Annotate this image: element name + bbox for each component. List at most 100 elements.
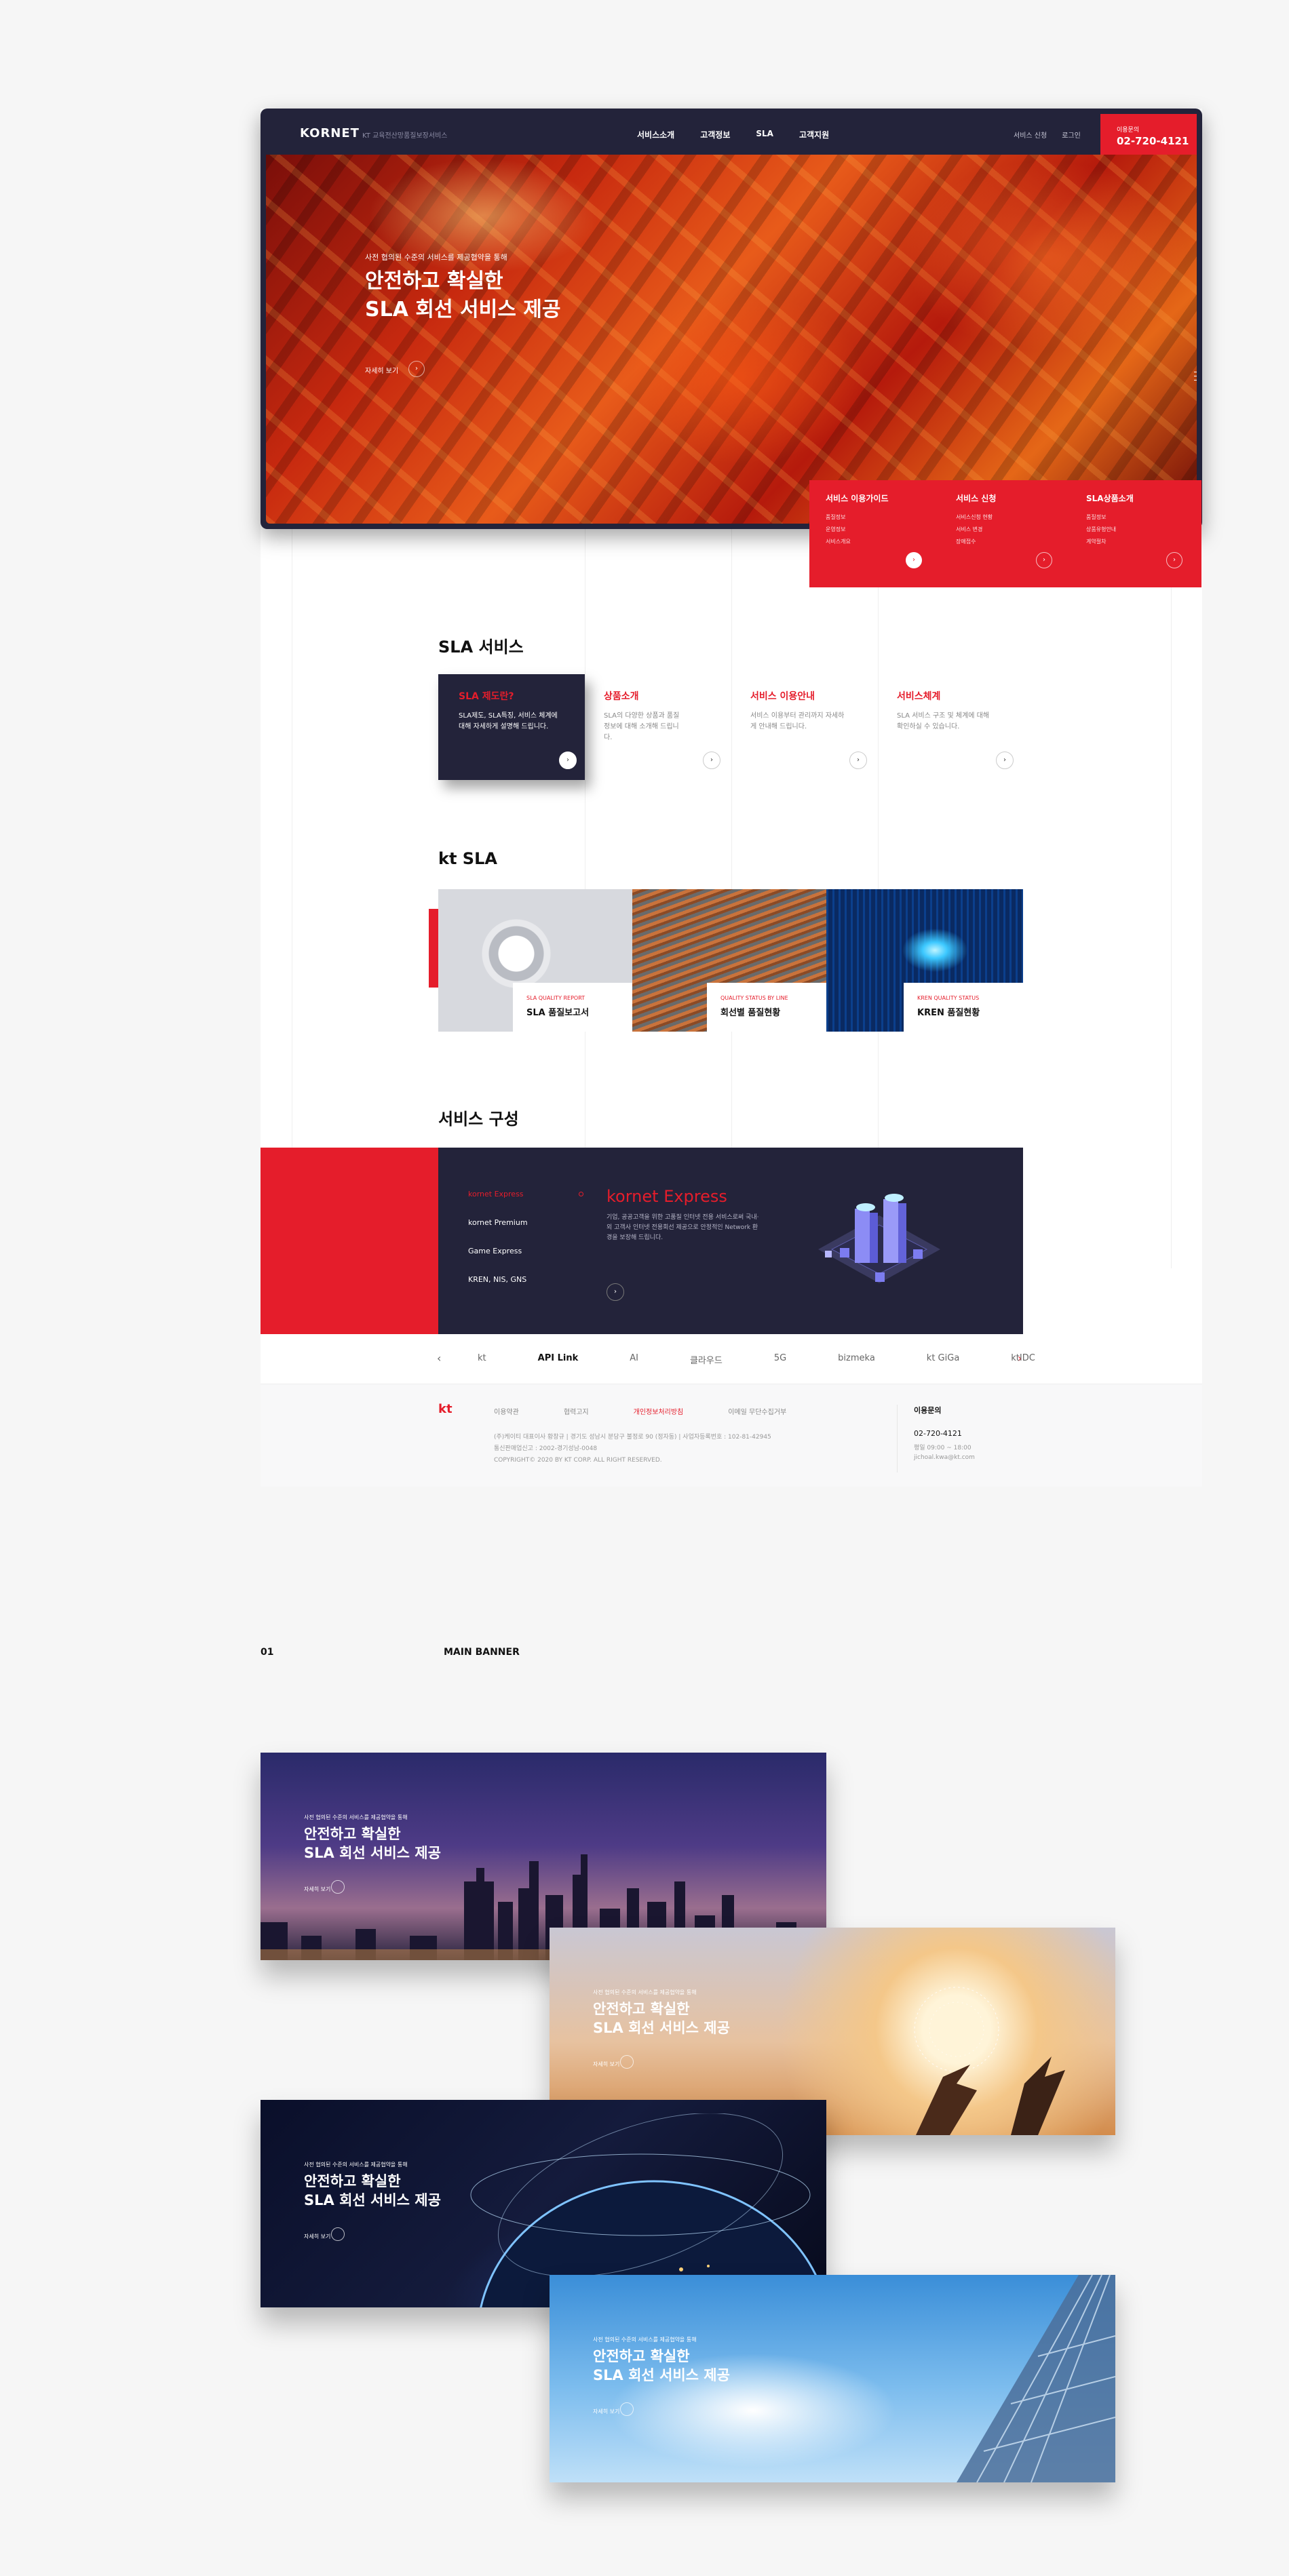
family-link[interactable]: kt bbox=[478, 1353, 486, 1366]
card-desc: SLA 서비스 구조 및 체계에 대해 확인하실 수 있습니다. bbox=[897, 712, 990, 730]
arrow-right-icon[interactable]: › bbox=[906, 552, 922, 568]
arrow-right-icon[interactable] bbox=[620, 2055, 634, 2069]
arrow-right-icon[interactable]: › bbox=[607, 1283, 624, 1301]
arrow-right-icon[interactable]: › bbox=[703, 752, 720, 769]
contact-box[interactable]: 이용문의 02-720-4121 bbox=[1100, 114, 1197, 155]
service-title: kornet Express bbox=[607, 1187, 727, 1206]
arrow-right-icon[interactable]: › bbox=[408, 361, 425, 377]
banner-more[interactable]: 자세히 보기 bbox=[304, 2233, 330, 2240]
sla-card-intro[interactable]: SLA 제도란? SLA제도, SLA특징, 서비스 체계에 대해 자세하게 설… bbox=[438, 674, 585, 780]
quick-item[interactable]: 서비스신청 현황 bbox=[956, 513, 1078, 521]
arrow-right-icon[interactable] bbox=[331, 2227, 345, 2241]
sla-card-guide[interactable]: 서비스 이용안내 서비스 이용부터 관리까지 자세하게 안내해 드립니다. › bbox=[750, 674, 897, 780]
tile-tag: QUALITY STATUS BY LINE bbox=[720, 995, 788, 1001]
contact-phone: 02-720-4121 bbox=[914, 1429, 962, 1438]
hands-sphere-image bbox=[914, 1987, 1065, 2135]
tile-kren-quality[interactable]: KREN QUALITY STATUS KREN 품질현황 bbox=[826, 889, 1023, 1032]
chevron-left-icon[interactable]: ‹ bbox=[437, 1352, 441, 1365]
service-tab-express[interactable]: kornet Express bbox=[468, 1190, 583, 1198]
tile-line-quality[interactable]: QUALITY STATUS BY LINE 회선별 품질현황 bbox=[632, 889, 826, 1032]
service-desc: 기업, 공공고객을 위한 고품질 인터넷 전용 서비스로써 국내·외 고객사 인… bbox=[607, 1214, 759, 1241]
footer-contact: 이용문의 02-720-4121 평일 09:00 ~ 18:00 jichoa… bbox=[897, 1405, 1060, 1472]
banner-more[interactable]: 자세히 보기 bbox=[593, 2408, 619, 2415]
quick-item[interactable]: 장애접수 bbox=[956, 538, 1078, 545]
family-link[interactable]: API Link bbox=[538, 1353, 579, 1366]
kt-logo[interactable]: kt bbox=[438, 1402, 453, 1416]
service-tab-kren[interactable]: KREN, NIS, GNS bbox=[468, 1275, 583, 1284]
banner-more[interactable]: 자세히 보기 bbox=[304, 1886, 330, 1893]
card-title: 서비스 이용안내 bbox=[750, 691, 815, 702]
quick-title[interactable]: 서비스 신청 bbox=[956, 492, 1078, 504]
kornet-logo[interactable]: KORNET bbox=[300, 126, 360, 140]
quick-menu-panel: 서비스 이용가이드 품질정보 운영정보 서비스개요 서비스 신청 서비스신청 현… bbox=[809, 480, 1201, 587]
footer-nav: 이용약관 협력고지 개인정보처리방침 이메일 무단수집거부 bbox=[494, 1406, 831, 1416]
banner-subtitle: 사전 협의된 수준의 서비스를 제공협약을 통해 bbox=[593, 1989, 697, 1995]
family-link[interactable]: 5G bbox=[774, 1353, 786, 1366]
family-link[interactable]: ktIDC bbox=[1011, 1353, 1035, 1366]
isometric-server-illustration bbox=[818, 1194, 940, 1283]
card-title: 상품소개 bbox=[604, 691, 639, 702]
login-link[interactable]: 로그인 bbox=[1062, 130, 1081, 140]
page: KORNET KT 교육전산망품질보장서비스 서비스소개 고객정보 SLA 고객… bbox=[0, 0, 1289, 2576]
quick-title[interactable]: SLA상품소개 bbox=[1086, 492, 1208, 504]
family-link[interactable]: kt GiGa bbox=[927, 1353, 959, 1366]
quick-item[interactable]: 서비스개요 bbox=[826, 538, 948, 545]
quick-title[interactable]: 서비스 이용가이드 bbox=[826, 492, 948, 504]
banner-sky: 사전 협의된 수준의 서비스를 제공협약을 통해 안전하고 확실한 SLA 회선… bbox=[550, 2275, 1115, 2482]
service-tab-premium[interactable]: kornet Premium bbox=[468, 1218, 583, 1227]
service-tab-game[interactable]: Game Express bbox=[468, 1247, 583, 1255]
arrow-right-icon[interactable]: › bbox=[559, 752, 577, 769]
quick-item[interactable]: 품질정보 bbox=[1086, 513, 1208, 521]
top-navbar: KORNET KT 교육전산망품질보장서비스 서비스소개 고객정보 SLA 고객… bbox=[261, 109, 1202, 155]
arrow-right-icon[interactable] bbox=[331, 1880, 345, 1894]
sla-card-product[interactable]: 상품소개 SLA의 다양한 상품과 품질정보에 대해 소개해 드립니다. › bbox=[604, 674, 750, 780]
quick-item[interactable]: 계약절차 bbox=[1086, 538, 1208, 545]
quick-item[interactable]: 품질정보 bbox=[826, 513, 948, 521]
hero-more-link[interactable]: 자세히 보기 bbox=[365, 365, 398, 375]
nav-item-sla[interactable]: SLA bbox=[756, 129, 773, 140]
nav-item-service[interactable]: 서비스소개 bbox=[637, 129, 674, 140]
grid-line bbox=[731, 421, 732, 1268]
footer-link[interactable]: 이메일 무단수집거부 bbox=[728, 1406, 786, 1416]
hero-frame: KORNET KT 교육전산망품질보장서비스 서비스소개 고객정보 SLA 고객… bbox=[261, 109, 1202, 529]
arrow-right-icon[interactable]: › bbox=[849, 752, 867, 769]
nav-item-support[interactable]: 고객지원 bbox=[799, 129, 829, 140]
banner-title: 안전하고 확실한 SLA 회선 서비스 제공 bbox=[593, 2348, 730, 2383]
tile-name: SLA 품질보고서 bbox=[526, 1008, 590, 1018]
section-label: MAIN BANNER bbox=[444, 1647, 520, 1658]
tile-label: SLA QUALITY REPORT SLA 품질보고서 bbox=[513, 983, 632, 1032]
sla-card-system[interactable]: 서비스체계 SLA 서비스 구조 및 체계에 대해 확인하실 수 있습니다. › bbox=[897, 674, 1043, 780]
quick-item[interactable]: 서비스 변경 bbox=[956, 526, 1078, 533]
service-accent-block bbox=[261, 1148, 438, 1334]
arrow-right-icon[interactable]: › bbox=[996, 752, 1014, 769]
nav-item-customer[interactable]: 고객정보 bbox=[700, 129, 730, 140]
footer-link[interactable]: 협력고지 bbox=[564, 1406, 589, 1416]
tile-sla-report[interactable]: SLA QUALITY REPORT SLA 품질보고서 bbox=[438, 889, 632, 1032]
tile-tag: SLA QUALITY REPORT bbox=[526, 995, 585, 1001]
banner-subtitle: 사전 협의된 수준의 서비스를 제공협약을 통해 bbox=[304, 1814, 408, 1820]
footer-link[interactable]: 개인정보처리방침 bbox=[634, 1406, 684, 1416]
tile-name: KREN 품질현황 bbox=[917, 1008, 980, 1018]
quick-item[interactable]: 운영정보 bbox=[826, 526, 948, 533]
contact-number: 02-720-4121 bbox=[1117, 135, 1189, 147]
footer-link[interactable]: 이용약관 bbox=[494, 1406, 519, 1416]
quick-item[interactable]: 상품유형안내 bbox=[1086, 526, 1208, 533]
tile-tag: KREN QUALITY STATUS bbox=[917, 995, 980, 1001]
card-desc: SLA제도, SLA특징, 서비스 체계에 대해 자세하게 설명해 드립니다. bbox=[459, 712, 558, 730]
family-links: kt API Link AI 클라우드 5G bizmeka kt GiGa k… bbox=[478, 1353, 1087, 1366]
logo-subtitle: KT 교육전산망품질보장서비스 bbox=[362, 132, 448, 140]
arrow-right-icon[interactable] bbox=[620, 2402, 634, 2416]
family-link[interactable]: AI bbox=[630, 1353, 638, 1366]
arrow-right-icon[interactable]: › bbox=[1036, 552, 1052, 568]
family-link[interactable]: bizmeka bbox=[838, 1353, 875, 1366]
hamburger-icon[interactable] bbox=[1194, 372, 1197, 383]
card-title: SLA 제도란? bbox=[459, 691, 514, 702]
section-index: 01 bbox=[261, 1647, 274, 1658]
arrow-right-icon[interactable]: › bbox=[1166, 552, 1182, 568]
banner-more[interactable]: 자세히 보기 bbox=[593, 2061, 619, 2068]
tile-name: 회선별 품질현황 bbox=[720, 1008, 781, 1018]
tile-label: QUALITY STATUS BY LINE 회선별 품질현황 bbox=[707, 983, 826, 1032]
service-section-title: 서비스 구성 bbox=[438, 1110, 519, 1129]
apply-link[interactable]: 서비스 신청 bbox=[1014, 130, 1047, 140]
family-link[interactable]: 클라우드 bbox=[690, 1353, 723, 1366]
